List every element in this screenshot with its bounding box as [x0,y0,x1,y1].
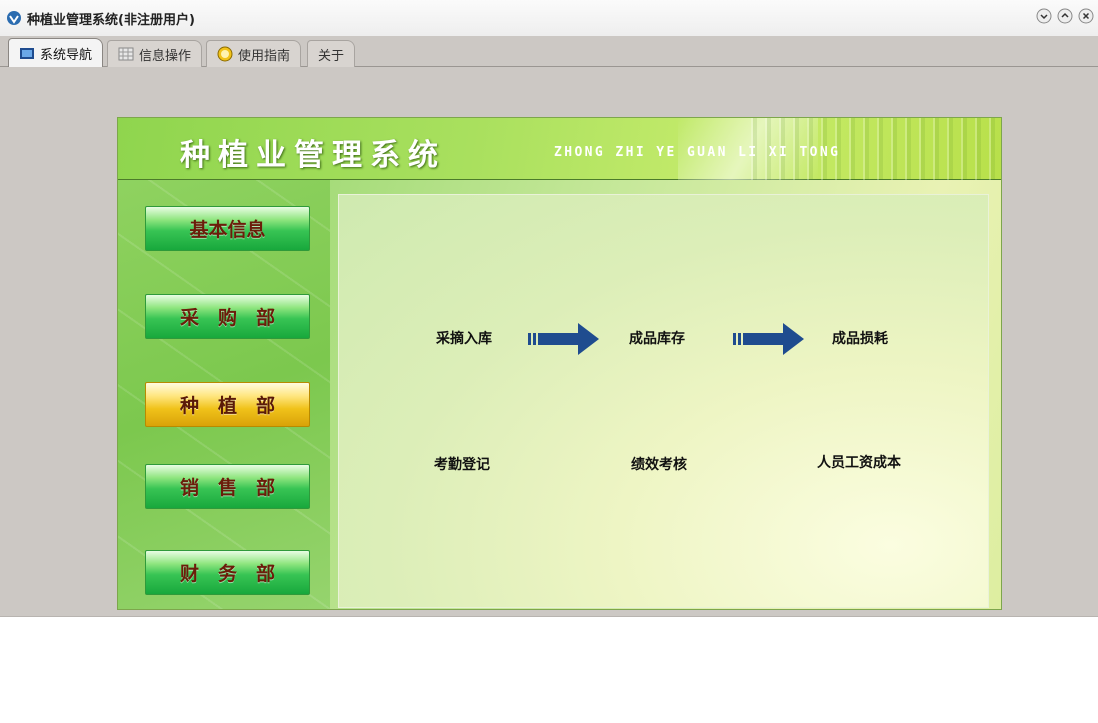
flow-area: 采摘入库 成品库存 成品损耗 考勤登记 绩效考核 人员工资成本 [338,194,989,608]
right-arrow-icon [732,321,806,357]
help-icon [217,46,233,62]
tab-label: 使用指南 [238,48,291,64]
app-window: 种植业管理系统(非注册用户) 系统导航 信息操作 使用指南 关于 种植业管理系统… [0,0,1098,617]
sidebar: 基本信息 采 购 部 种 植 部 销 售 部 财 务 部 [118,180,330,609]
tab-user-guide[interactable]: 使用指南 [206,40,302,67]
sidebar-item-basic-info[interactable]: 基本信息 [145,206,310,251]
flow-item-attendance[interactable]: 考勤登记 [434,454,490,474]
close-icon[interactable] [1078,8,1094,24]
navigation-panel: 种植业管理系统 ZHONG ZHI YE GUAN LI XI TONG 基本信… [117,117,1002,610]
chevron-up-icon[interactable] [1057,8,1073,24]
app-subtitle: ZHONG ZHI YE GUAN LI XI TONG [554,145,841,160]
app-title: 种植业管理系统 [180,138,446,173]
flow-item-finished-stock[interactable]: 成品库存 [629,328,685,348]
tab-label: 关于 [318,48,345,64]
right-arrow-icon [527,321,601,357]
chevron-down-icon[interactable] [1036,8,1052,24]
window-title: 种植业管理系统(非注册用户) [27,12,195,28]
sidebar-item-purchasing[interactable]: 采 购 部 [145,294,310,339]
sidebar-item-finance[interactable]: 财 务 部 [145,550,310,595]
panel-header: 种植业管理系统 ZHONG ZHI YE GUAN LI XI TONG [118,118,1001,180]
tab-system-nav[interactable]: 系统导航 [8,38,104,68]
title-bar: 种植业管理系统(非注册用户) [0,0,1098,36]
flow-item-harvest-storage[interactable]: 采摘入库 [436,328,492,348]
app-logo-icon [6,10,22,26]
tab-about[interactable]: 关于 [307,40,356,67]
flow-item-finished-loss[interactable]: 成品损耗 [832,328,888,348]
flow-item-performance[interactable]: 绩效考核 [631,454,687,474]
tab-info-ops[interactable]: 信息操作 [107,40,203,67]
tab-bar: 系统导航 信息操作 使用指南 关于 [0,36,1098,68]
grid-icon [118,46,134,62]
sidebar-item-planting[interactable]: 种 植 部 [145,382,310,427]
tab-label: 信息操作 [139,48,192,64]
tab-label: 系统导航 [40,48,93,63]
monitor-icon [19,46,35,62]
flow-item-staff-wage-cost[interactable]: 人员工资成本 [817,452,901,472]
sidebar-item-sales[interactable]: 销 售 部 [145,464,310,509]
